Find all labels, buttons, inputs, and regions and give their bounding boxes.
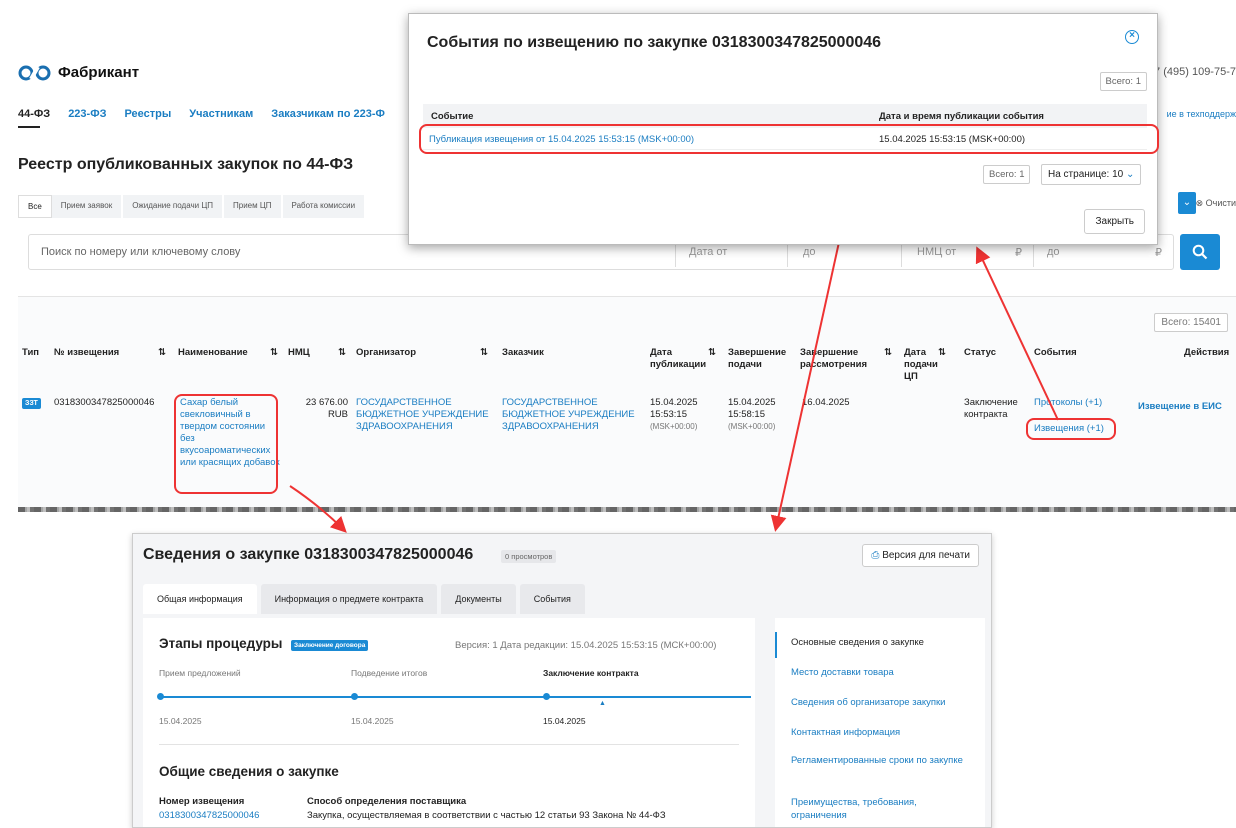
- side-item-deadlines[interactable]: Регламентированные сроки по закупке: [791, 754, 967, 767]
- details-sidebar: Основные сведения о закупке Место достав…: [775, 618, 985, 827]
- stage-date-1: 15.04.2025: [159, 716, 202, 726]
- print-label: Версия для печати: [882, 550, 970, 561]
- notice-number-label: Номер извещения: [159, 796, 245, 807]
- side-item-delivery[interactable]: Место доставки товара: [791, 666, 894, 679]
- stage-label-2: Подведение итогов: [351, 668, 428, 678]
- stage-label-3: Заключение контракта: [543, 668, 639, 678]
- print-version-button[interactable]: ⎙ Версия для печати: [862, 544, 979, 567]
- stage-date-3: 15.04.2025: [543, 716, 586, 726]
- method-value: Закупка, осуществляемая в соответствии с…: [307, 810, 666, 821]
- details-title: Сведения о закупке 0318300347825000046: [143, 546, 474, 563]
- col-event: Событие: [431, 111, 474, 122]
- per-page-label: На странице: 10: [1048, 169, 1124, 180]
- side-item-requirements[interactable]: Преимущества, требования, ограничения: [791, 796, 967, 822]
- stage-tag: Заключение договора: [291, 640, 369, 651]
- tab-subject[interactable]: Информация о предмете контракта: [260, 584, 438, 614]
- details-tabs: Общая информация Информация о предмете к…: [143, 584, 589, 614]
- tab-documents[interactable]: Документы: [441, 584, 516, 614]
- per-page-select[interactable]: На странице: 10 ⌄: [1041, 164, 1142, 185]
- events-modal: События по извещению по закупке 03183003…: [408, 13, 1159, 245]
- stage-date-2: 15.04.2025: [351, 716, 394, 726]
- modal-total-bottom: Всего: 1: [983, 165, 1031, 184]
- version-info: Версия: 1 Дата редакции: 15.04.2025 15:5…: [455, 640, 717, 651]
- modal-total: Всего: 1: [1099, 72, 1147, 91]
- notice-number-value[interactable]: 0318300347825000046: [159, 810, 259, 821]
- close-button[interactable]: Закрыть: [1084, 209, 1145, 234]
- side-item-main[interactable]: Основные сведения о закупке: [791, 636, 924, 649]
- divider: [159, 744, 739, 745]
- views-badge: 0 просмотров: [501, 550, 557, 563]
- stages-title: Этапы процедуры: [159, 636, 283, 651]
- tab-events[interactable]: События: [519, 584, 585, 614]
- chevron-down-icon: ⌄: [1126, 169, 1135, 180]
- modal-title: События по извещению по закупке 03183003…: [427, 34, 882, 51]
- method-label: Способ определения поставщика: [307, 796, 467, 807]
- current-stage-marker-icon: ▲: [599, 700, 606, 707]
- highlight-event-row: [419, 124, 1159, 154]
- details-main: Этапы процедуры Заключение договора Верс…: [143, 618, 755, 827]
- close-icon[interactable]: ×: [1125, 30, 1139, 44]
- col-event-datetime: Дата и время публикации события: [879, 111, 1044, 122]
- stage-dot: [157, 693, 164, 700]
- stage-dot: [351, 693, 358, 700]
- side-item-contacts[interactable]: Контактная информация: [791, 726, 900, 739]
- stage-label-1: Прием предложений: [159, 668, 241, 678]
- printer-icon: ⎙: [871, 550, 880, 561]
- general-title: Общие сведения о закупке: [159, 764, 339, 779]
- side-item-organizer[interactable]: Сведения об организаторе закупки: [791, 696, 946, 709]
- purchase-details-card: Сведения о закупке 0318300347825000046 0…: [132, 533, 992, 828]
- tab-general[interactable]: Общая информация: [143, 584, 257, 614]
- active-indicator: [775, 632, 777, 658]
- stage-dot: [543, 693, 550, 700]
- stages-timeline: [159, 696, 751, 698]
